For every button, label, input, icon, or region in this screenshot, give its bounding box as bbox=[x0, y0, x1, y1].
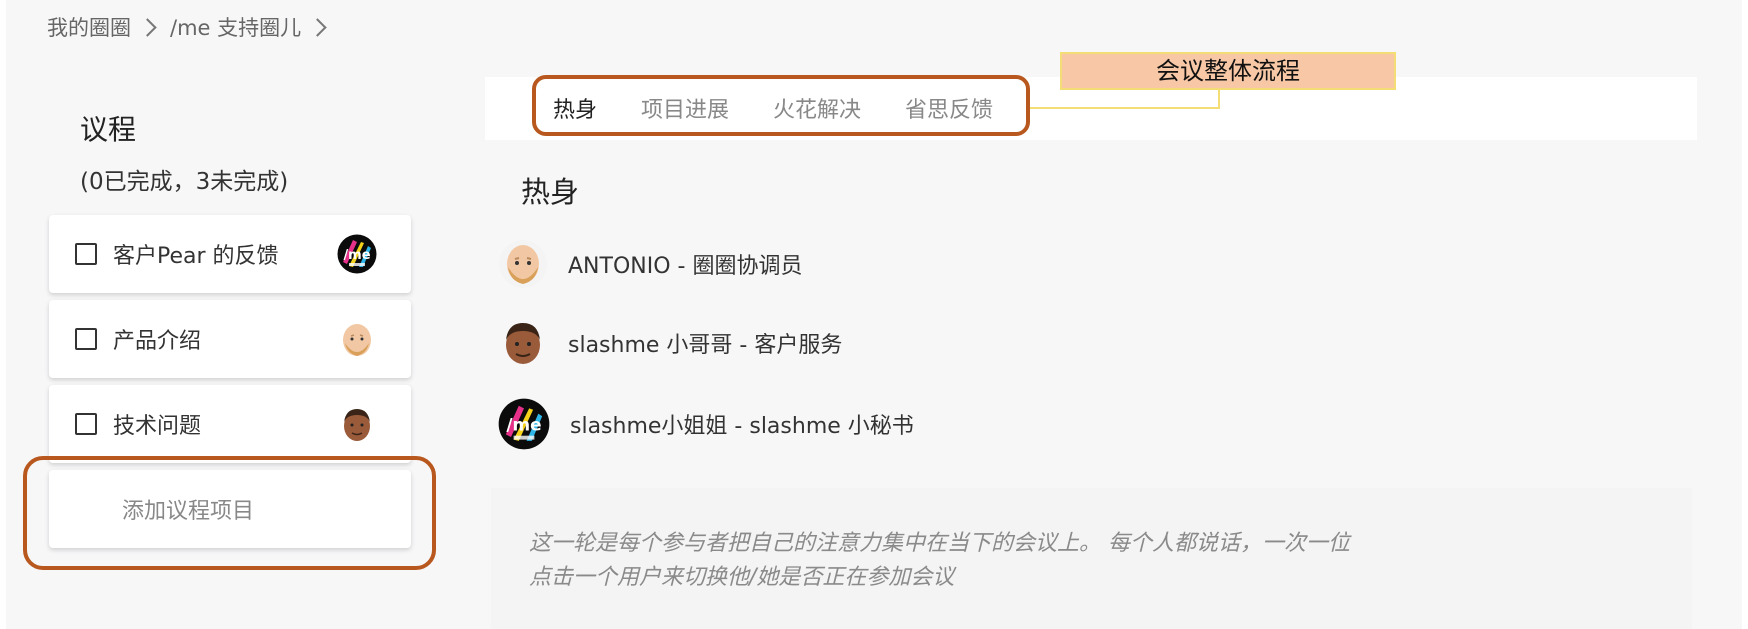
agenda-item-label: 客户Pear 的反馈 bbox=[113, 244, 279, 269]
participant-row[interactable]: slashme 小哥哥 - 客户服务 bbox=[498, 318, 842, 368]
tabs-highlight bbox=[532, 75, 1030, 136]
slashme-logo-avatar: /me bbox=[498, 398, 550, 450]
breadcrumb-my-circles[interactable]: 我的圈圈 bbox=[47, 12, 131, 42]
agenda-item[interactable]: 产品介绍 bbox=[49, 300, 411, 378]
participant-label: slashme小姐姐 - slashme 小秘书 bbox=[570, 414, 914, 439]
agenda-item[interactable]: 技术问题 bbox=[49, 385, 411, 463]
callout-connector bbox=[1030, 107, 1220, 109]
callout-connector bbox=[1218, 89, 1220, 109]
participant-row[interactable]: ANTONIO - 圈圈协调员 bbox=[498, 239, 802, 289]
info-text: 这一轮是每个参与者把自己的注意力集中在当下的会议上。 每个人都说话，一次一位 点… bbox=[529, 527, 1389, 595]
agenda-title: 议程 bbox=[80, 113, 137, 146]
participant-row[interactable]: /me slashme小姐姐 - slashme 小秘书 bbox=[498, 398, 914, 450]
svg-text:/me: /me bbox=[343, 248, 370, 263]
section-title: 热身 bbox=[521, 175, 580, 209]
svg-text:/me: /me bbox=[506, 415, 541, 435]
dark-skin-man-avatar bbox=[498, 318, 548, 368]
agenda-item[interactable]: 客户Pear 的反馈 /me bbox=[49, 215, 411, 293]
agenda-item-checkbox[interactable] bbox=[75, 243, 97, 265]
meeting-flow-callout: 会议整体流程 bbox=[1060, 52, 1396, 90]
dark-skin-man-avatar[interactable] bbox=[337, 404, 377, 444]
agenda-item-checkbox[interactable] bbox=[75, 413, 97, 435]
breadcrumb-support-circle[interactable]: /me 支持圈儿 bbox=[170, 12, 301, 42]
breadcrumb: 我的圈圈 /me 支持圈儿 bbox=[47, 12, 340, 42]
slashme-logo-avatar[interactable]: /me bbox=[337, 234, 377, 274]
agenda-item-label: 产品介绍 bbox=[113, 329, 202, 354]
chevron-right-icon bbox=[138, 17, 157, 37]
agenda-item-checkbox[interactable] bbox=[75, 328, 97, 350]
bald-man-avatar[interactable] bbox=[337, 319, 377, 359]
chevron-right-icon bbox=[308, 17, 327, 37]
participant-label: slashme 小哥哥 - 客户服务 bbox=[568, 333, 843, 358]
bald-man-avatar bbox=[498, 239, 548, 289]
info-line: 点击一个用户来切换他/她是否正在参加会议 bbox=[529, 565, 955, 590]
agenda-item-label: 技术问题 bbox=[113, 414, 202, 439]
agenda-status: (0已完成，3未完成) bbox=[80, 169, 289, 195]
add-agenda-highlight bbox=[23, 456, 436, 570]
info-line: 这一轮是每个参与者把自己的注意力集中在当下的会议上。 每个人都说话，一次一位 bbox=[529, 531, 1350, 556]
participant-label: ANTONIO - 圈圈协调员 bbox=[568, 254, 803, 279]
